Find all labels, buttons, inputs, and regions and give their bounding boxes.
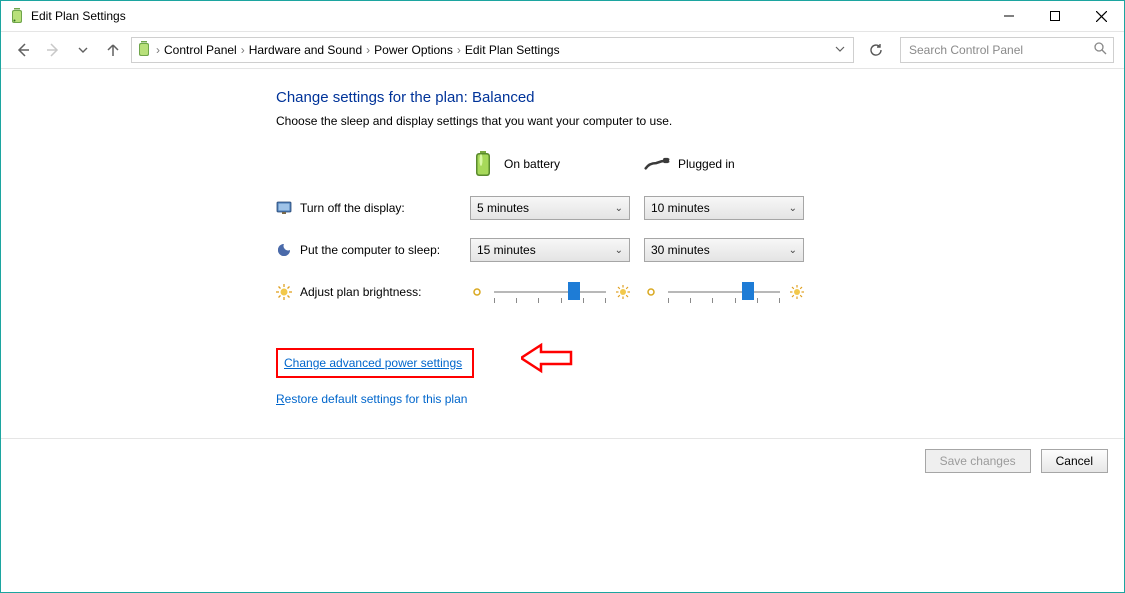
breadcrumb[interactable]: Power Options xyxy=(374,43,453,57)
chevron-down-icon: ⌄ xyxy=(789,245,797,256)
location-icon xyxy=(136,41,152,60)
chevron-right-icon[interactable]: › xyxy=(241,43,245,57)
app-icon xyxy=(9,8,25,24)
forward-button[interactable] xyxy=(41,38,65,62)
dropdown-value: 5 minutes xyxy=(477,201,529,215)
window-title: Edit Plan Settings xyxy=(31,9,126,23)
column-header-plugged: Plugged in xyxy=(644,150,804,178)
column-label: Plugged in xyxy=(678,157,735,171)
brightness-plugged-slider[interactable] xyxy=(664,280,784,304)
sun-bright-icon xyxy=(790,285,804,299)
button-label: Save changes xyxy=(940,454,1016,468)
search-icon xyxy=(1094,42,1107,58)
chevron-down-icon: ⌄ xyxy=(789,203,797,214)
chevron-down-icon: ⌄ xyxy=(615,203,623,214)
moon-icon xyxy=(276,242,292,258)
sleep-plugged-dropdown[interactable]: 30 minutes ⌄ xyxy=(644,238,804,262)
close-button[interactable] xyxy=(1078,1,1124,31)
page-heading: Change settings for the plan: Balanced xyxy=(276,89,876,106)
cancel-button[interactable]: Cancel xyxy=(1041,449,1108,473)
recent-locations-button[interactable] xyxy=(71,38,95,62)
sun-dim-icon xyxy=(644,285,658,299)
titlebar: Edit Plan Settings xyxy=(1,1,1124,32)
maximize-button[interactable] xyxy=(1032,1,1078,31)
sun-bright-icon xyxy=(616,285,630,299)
row-text: Adjust plan brightness: xyxy=(300,285,421,299)
column-label: On battery xyxy=(504,157,560,171)
chevron-down-icon: ⌄ xyxy=(615,245,623,256)
page-subtext: Choose the sleep and display settings th… xyxy=(276,114,876,128)
dropdown-value: 10 minutes xyxy=(651,201,710,215)
display-battery-dropdown[interactable]: 5 minutes ⌄ xyxy=(470,196,630,220)
search-box[interactable] xyxy=(900,37,1114,63)
row-text: Put the computer to sleep: xyxy=(300,243,440,257)
sleep-battery-dropdown[interactable]: 15 minutes ⌄ xyxy=(470,238,630,262)
column-header-battery: On battery xyxy=(470,150,630,178)
dropdown-value: 30 minutes xyxy=(651,243,710,257)
breadcrumb[interactable]: Hardware and Sound xyxy=(249,43,362,57)
sun-icon xyxy=(276,284,292,300)
button-label: Cancel xyxy=(1056,454,1093,468)
search-input[interactable] xyxy=(907,42,1094,58)
chevron-right-icon[interactable]: › xyxy=(457,43,461,57)
address-bar[interactable]: › Control Panel › Hardware and Sound › P… xyxy=(131,37,854,63)
annotation-arrow-icon xyxy=(521,341,581,375)
change-advanced-link[interactable]: Change advanced power settings xyxy=(284,356,462,370)
display-plugged-dropdown[interactable]: 10 minutes ⌄ xyxy=(644,196,804,220)
up-button[interactable] xyxy=(101,38,125,62)
chevron-right-icon[interactable]: › xyxy=(366,43,370,57)
breadcrumb[interactable]: Control Panel xyxy=(164,43,237,57)
chevron-right-icon[interactable]: › xyxy=(156,43,160,57)
brightness-battery-slider[interactable] xyxy=(490,280,610,304)
navigation-bar: › Control Panel › Hardware and Sound › P… xyxy=(1,32,1124,69)
row-label-sleep: Put the computer to sleep: xyxy=(276,242,456,258)
row-text: Turn off the display: xyxy=(300,201,405,215)
breadcrumb[interactable]: Edit Plan Settings xyxy=(465,43,560,57)
restore-defaults-link[interactable]: Restore default settings for this plan xyxy=(276,392,467,406)
content-area: Change settings for the plan: Balanced C… xyxy=(1,69,1124,592)
address-dropdown-button[interactable] xyxy=(831,43,849,57)
save-changes-button[interactable]: Save changes xyxy=(925,449,1031,473)
brightness-plugged-slider-group xyxy=(644,280,804,304)
sun-dim-icon xyxy=(470,285,484,299)
dropdown-value: 15 minutes xyxy=(477,243,536,257)
refresh-button[interactable] xyxy=(864,38,888,62)
minimize-button[interactable] xyxy=(986,1,1032,31)
footer-buttons: Save changes Cancel xyxy=(1,439,1124,473)
back-button[interactable] xyxy=(11,38,35,62)
row-label-brightness: Adjust plan brightness: xyxy=(276,284,456,300)
battery-icon xyxy=(470,151,496,177)
monitor-icon xyxy=(276,200,292,216)
annotation-highlight-box: Change advanced power settings xyxy=(276,348,474,378)
row-label-display: Turn off the display: xyxy=(276,200,456,216)
brightness-battery-slider-group xyxy=(470,280,630,304)
plug-icon xyxy=(644,151,670,177)
